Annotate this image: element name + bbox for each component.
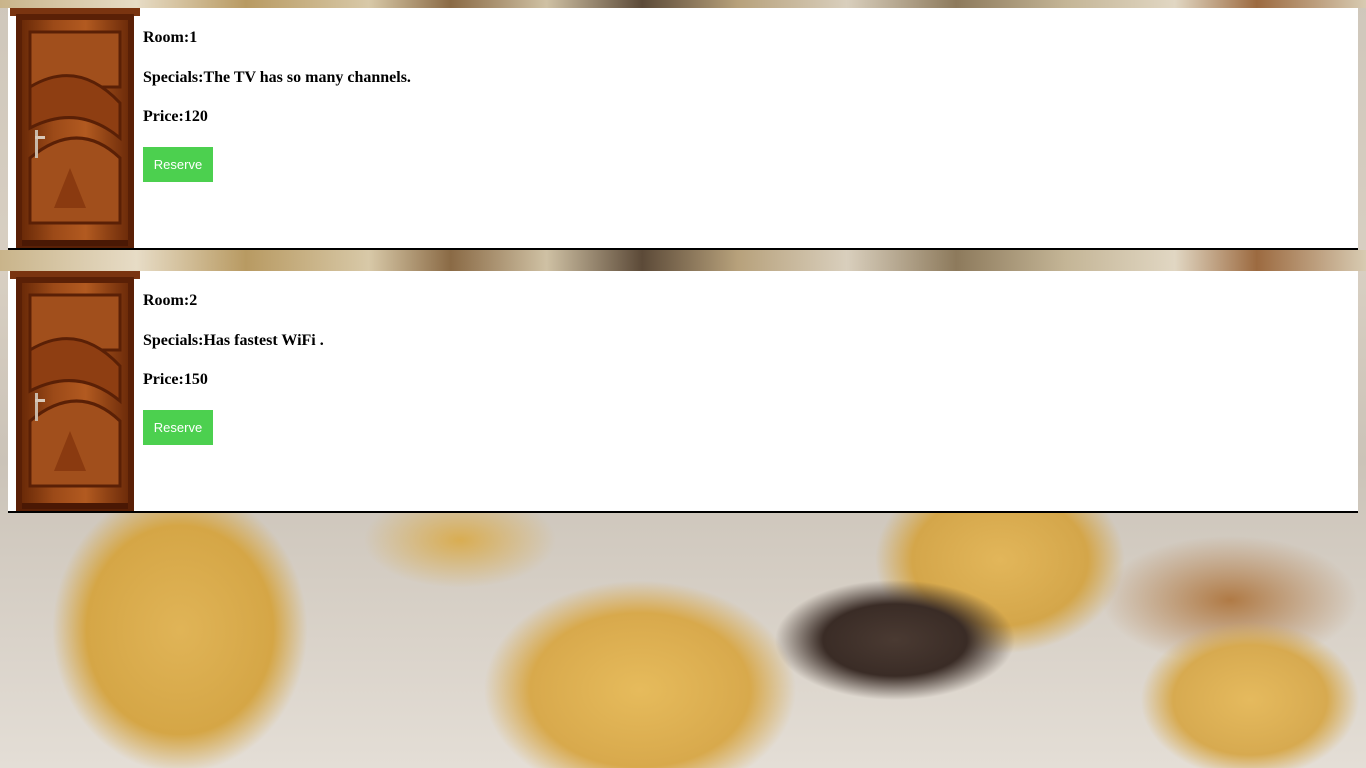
room-price: Price:150 bbox=[143, 371, 208, 388]
background-strip-middle bbox=[0, 250, 1366, 271]
room-number: Room:2 bbox=[143, 292, 198, 309]
room-price: Price:120 bbox=[143, 108, 208, 125]
background-strip-top bbox=[0, 0, 1366, 8]
reserve-button[interactable]: Reserve bbox=[143, 410, 213, 445]
door-icon bbox=[8, 271, 142, 511]
room-specials: Specials:Has fastest WiFi . bbox=[143, 332, 324, 349]
door-icon bbox=[8, 8, 142, 248]
room-card: Room:2 Specials:Has fastest WiFi . Price… bbox=[8, 271, 1358, 513]
room-number: Room:1 bbox=[143, 29, 198, 46]
reserve-button[interactable]: Reserve bbox=[143, 147, 213, 182]
room-specials: Specials:The TV has so many channels. bbox=[143, 69, 411, 86]
room-card: Room:1 Specials:The TV has so many chann… bbox=[8, 8, 1358, 250]
